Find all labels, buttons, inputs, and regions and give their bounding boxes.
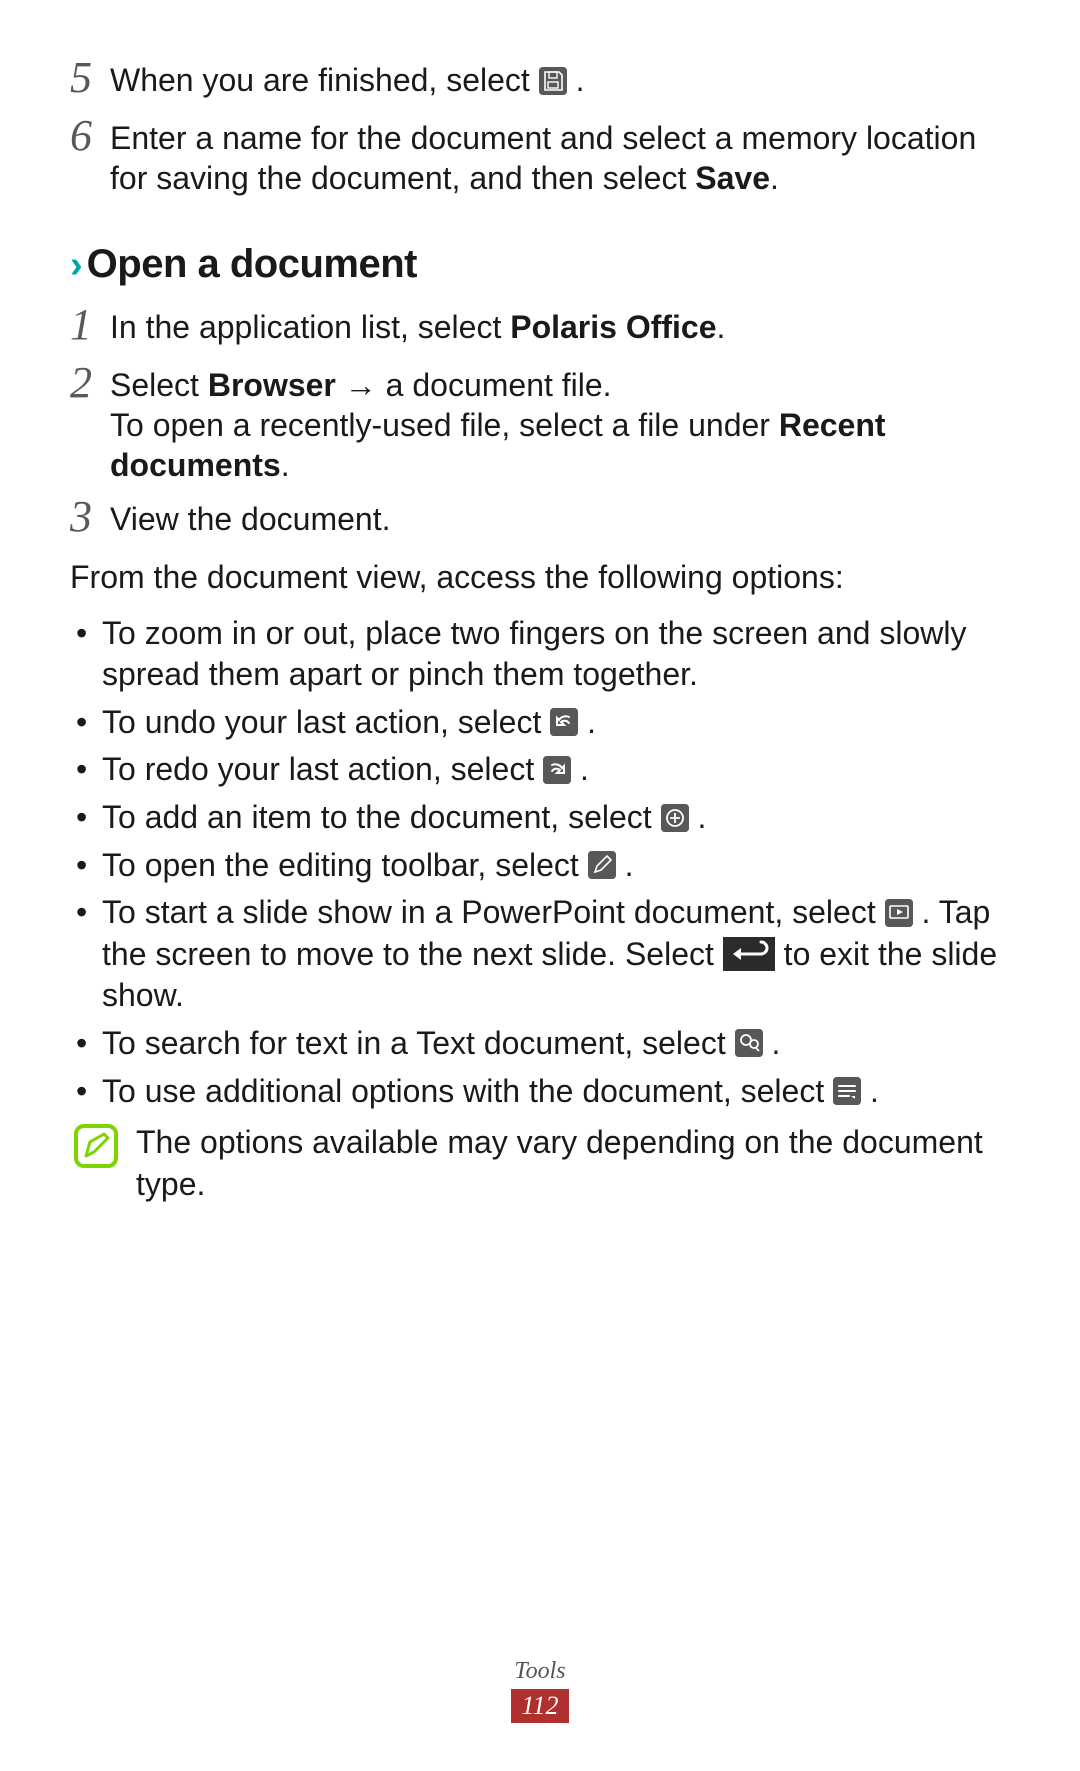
text: . <box>772 1025 781 1061</box>
step-text: When you are finished, select . <box>110 60 1010 104</box>
text: . <box>697 799 706 835</box>
text: . <box>580 751 589 787</box>
text: Select <box>110 367 208 403</box>
chevron-right-icon: › <box>70 246 83 284</box>
undo-icon <box>550 708 578 736</box>
menu-icon <box>833 1077 861 1105</box>
text: . <box>717 309 726 345</box>
text: To open the editing toolbar, select <box>102 847 588 883</box>
text: To add an item to the document, select <box>102 799 661 835</box>
note: The options available may vary depending… <box>70 1122 1010 1205</box>
list-item: To undo your last action, select . <box>70 702 1010 744</box>
text: . <box>587 704 596 740</box>
text: To undo your last action, select <box>102 704 550 740</box>
text: To zoom in or out, place two fingers on … <box>102 615 966 693</box>
page-number: 112 <box>511 1689 568 1723</box>
intro-paragraph: From the document view, access the follo… <box>70 557 1010 599</box>
back-return-icon <box>723 937 775 971</box>
page-content: 5 When you are finished, select . 6 Ente… <box>0 0 1080 1205</box>
list-item: To use additional options with the docum… <box>70 1071 1010 1113</box>
text: To search for text in a Text document, s… <box>102 1025 735 1061</box>
step-number: 1 <box>70 303 110 347</box>
note-text: The options available may vary depending… <box>136 1122 1010 1205</box>
text: To start a slide show in a PowerPoint do… <box>102 894 885 930</box>
step-number: 6 <box>70 114 110 194</box>
options-list: To zoom in or out, place two fingers on … <box>70 613 1010 1113</box>
text: Enter a name for the document and select… <box>110 120 976 196</box>
list-item: To search for text in a Text document, s… <box>70 1023 1010 1065</box>
edit-icon <box>588 851 616 879</box>
open-step-3: 3 View the document. <box>70 499 1010 543</box>
text: . <box>770 160 779 196</box>
step-text: In the application list, select Polaris … <box>110 307 1010 351</box>
footer-section: Tools <box>0 1658 1080 1685</box>
step-6: 6 Enter a name for the document and sele… <box>70 118 1010 198</box>
text: To open a recently-used file, select a f… <box>110 407 779 443</box>
text: . <box>281 447 290 483</box>
step-number: 3 <box>70 495 110 539</box>
step-number: 5 <box>70 56 110 100</box>
text: → a document file. <box>336 367 612 403</box>
search-icon <box>735 1029 763 1057</box>
note-icon <box>74 1124 118 1168</box>
section-title: Open a document <box>87 242 417 287</box>
text: In the application list, select <box>110 309 510 345</box>
list-item: To start a slide show in a PowerPoint do… <box>70 892 1010 1017</box>
save-icon <box>539 67 567 95</box>
text: To use additional options with the docum… <box>102 1073 833 1109</box>
text: . <box>625 847 634 883</box>
list-item: To redo your last action, select . <box>70 749 1010 791</box>
list-item: To zoom in or out, place two fingers on … <box>70 613 1010 696</box>
list-item: To open the editing toolbar, select . <box>70 845 1010 887</box>
text-bold: Browser <box>208 367 336 403</box>
text: . <box>870 1073 879 1109</box>
step-text: Select Browser → a document file. To ope… <box>110 365 1010 485</box>
text: To redo your last action, select <box>102 751 543 787</box>
step-5: 5 When you are finished, select . <box>70 60 1010 104</box>
redo-icon <box>543 756 571 784</box>
section-heading: › Open a document <box>70 242 1010 287</box>
list-item: To add an item to the document, select . <box>70 797 1010 839</box>
step-text: Enter a name for the document and select… <box>110 118 1010 198</box>
text-bold: Save <box>695 160 770 196</box>
text-bold: Polaris Office <box>510 309 716 345</box>
text: When you are finished, select <box>110 62 539 98</box>
play-icon <box>885 899 913 927</box>
add-icon <box>661 804 689 832</box>
open-step-1: 1 In the application list, select Polari… <box>70 307 1010 351</box>
open-step-2: 2 Select Browser → a document file. To o… <box>70 365 1010 485</box>
step-text: View the document. <box>110 499 1010 543</box>
page-footer: Tools 112 <box>0 1658 1080 1723</box>
step-number: 2 <box>70 361 110 481</box>
text: . <box>576 62 585 98</box>
